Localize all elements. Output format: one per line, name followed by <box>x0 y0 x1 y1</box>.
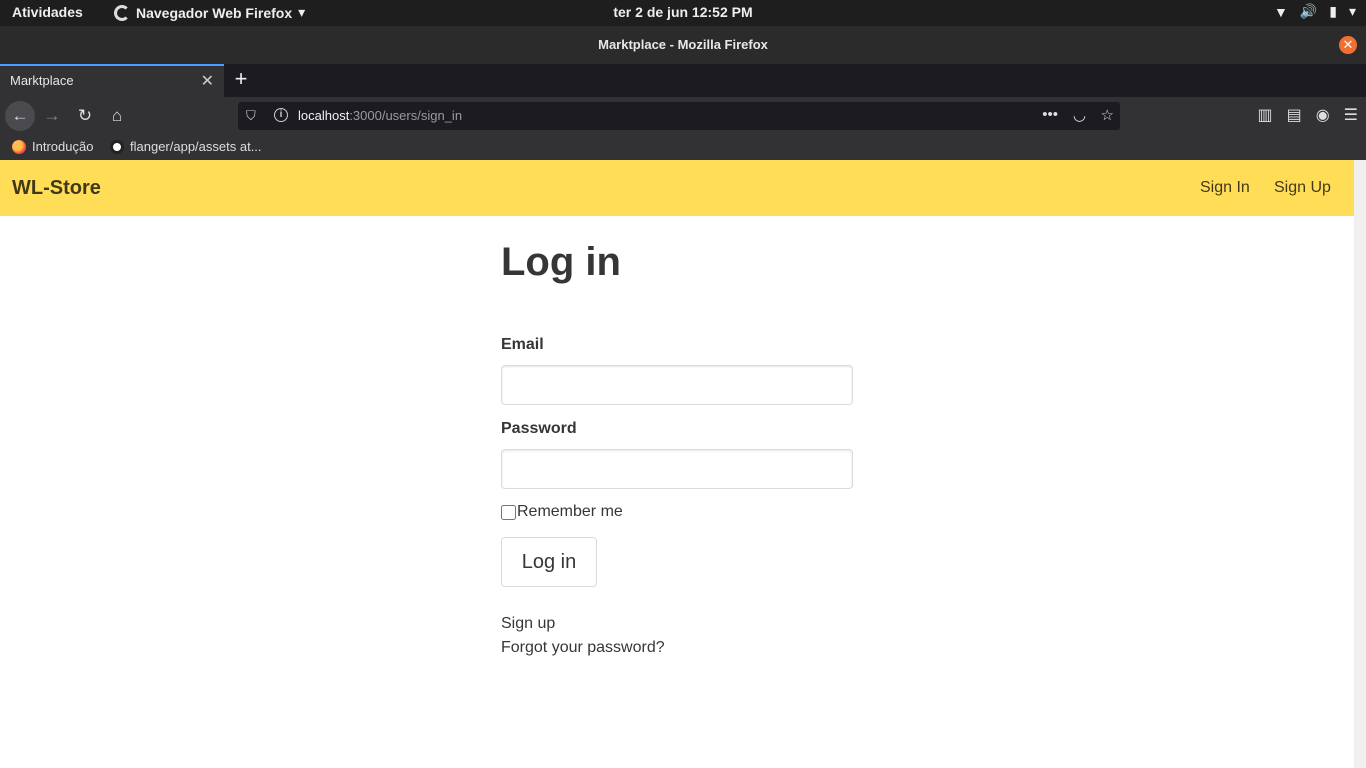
nav-sign-in-link[interactable]: Sign In <box>1200 179 1250 197</box>
chevron-down-icon: ▾ <box>1348 3 1356 19</box>
bookmark-flanger[interactable]: flanger/app/assets at... <box>110 139 262 154</box>
battery-icon: ▮ <box>1329 3 1337 19</box>
hamburger-menu-icon[interactable]: ☰ <box>1344 105 1358 125</box>
site-navbar: WL-Store Sign In Sign Up <box>0 160 1354 216</box>
home-button[interactable]: ⌂ <box>103 102 131 130</box>
remember-me-checkbox[interactable] <box>501 504 516 520</box>
bookmark-introducao[interactable]: Introdução <box>12 139 93 154</box>
bookmark-label: Introdução <box>32 139 94 154</box>
back-button[interactable]: ← <box>5 101 35 131</box>
pocket-icon[interactable]: ◡ <box>1073 106 1086 124</box>
password-label: Password <box>501 420 577 437</box>
address-bar[interactable]: ⛉ i localhost:3000/users/sign_in ••• ◡ ☆ <box>238 102 1120 130</box>
wifi-icon: ▼ <box>1273 3 1288 20</box>
clock[interactable]: ter 2 de jun 12:52 PM <box>613 4 752 20</box>
sign-up-link[interactable]: Sign up <box>501 615 555 633</box>
close-tab-icon[interactable]: ✕ <box>201 71 214 91</box>
password-field[interactable] <box>501 449 853 489</box>
page-title: Log in <box>501 240 621 284</box>
tab-strip: Marktplace ✕ + <box>0 64 1366 97</box>
chevron-down-icon: ▾ <box>298 4 306 20</box>
account-icon[interactable]: ◉ <box>1316 105 1330 125</box>
toolbar-right: ▥ ▤ ◉ ☰ <box>1257 105 1358 125</box>
tracking-protection-icon[interactable]: ⛉ <box>246 108 256 124</box>
bookmark-label: flanger/app/assets at... <box>130 139 262 154</box>
system-tray[interactable]: ▼ 🔊 ▮ ▾ <box>1274 3 1356 20</box>
new-tab-button[interactable]: + <box>230 66 252 92</box>
activities-button[interactable]: Atividades <box>12 4 83 20</box>
site-info-icon[interactable]: i <box>274 108 288 122</box>
url-host: localhost <box>298 108 350 123</box>
app-menu-label: Navegador Web Firefox <box>136 4 293 21</box>
system-top-bar: Atividades Navegador Web Firefox ▾ ter 2… <box>0 0 1366 26</box>
bookmarks-bar: Introdução flanger/app/assets at... <box>0 135 1366 160</box>
firefox-icon <box>12 139 26 154</box>
nav-sign-up-link[interactable]: Sign Up <box>1274 179 1331 197</box>
tab-marktplace[interactable]: Marktplace ✕ <box>0 64 224 97</box>
window-title-bar: Marktplace - Mozilla Firefox ✕ <box>0 26 1366 64</box>
remember-me[interactable]: Remember me <box>501 503 623 521</box>
tab-label: Marktplace <box>10 73 74 88</box>
volume-icon: 🔊 <box>1299 3 1318 19</box>
firefox-icon <box>114 4 130 21</box>
web-page: WL-Store Sign In Sign Up Log in Email Pa… <box>0 160 1354 768</box>
sidebar-icon[interactable]: ▤ <box>1287 105 1302 125</box>
log-in-button[interactable]: Log in <box>501 537 597 587</box>
reload-button[interactable]: ↻ <box>71 102 99 130</box>
email-field[interactable] <box>501 365 853 405</box>
library-icon[interactable]: ▥ <box>1257 105 1272 125</box>
window-title: Marktplace - Mozilla Firefox <box>598 37 768 52</box>
app-menu[interactable]: Navegador Web Firefox ▾ <box>114 4 305 21</box>
page-actions-icon[interactable]: ••• <box>1042 106 1058 123</box>
site-brand[interactable]: WL-Store <box>12 177 101 200</box>
forgot-password-link[interactable]: Forgot your password? <box>501 639 665 657</box>
url-path: :3000/users/sign_in <box>349 108 463 123</box>
url-text[interactable]: localhost:3000/users/sign_in <box>298 108 462 123</box>
forward-button[interactable]: → <box>38 102 66 130</box>
login-form: Log in Email Password Remember me Log in… <box>501 240 853 656</box>
github-icon <box>110 139 124 154</box>
bookmark-star-icon[interactable]: ☆ <box>1101 106 1114 124</box>
close-window-button[interactable]: ✕ <box>1339 36 1357 54</box>
navigation-toolbar: ← → ↻ ⌂ ⛉ i localhost:3000/users/sign_in… <box>0 97 1366 135</box>
page-scrollbar[interactable] <box>1354 160 1366 768</box>
remember-me-label: Remember me <box>517 503 623 520</box>
email-label: Email <box>501 336 544 353</box>
